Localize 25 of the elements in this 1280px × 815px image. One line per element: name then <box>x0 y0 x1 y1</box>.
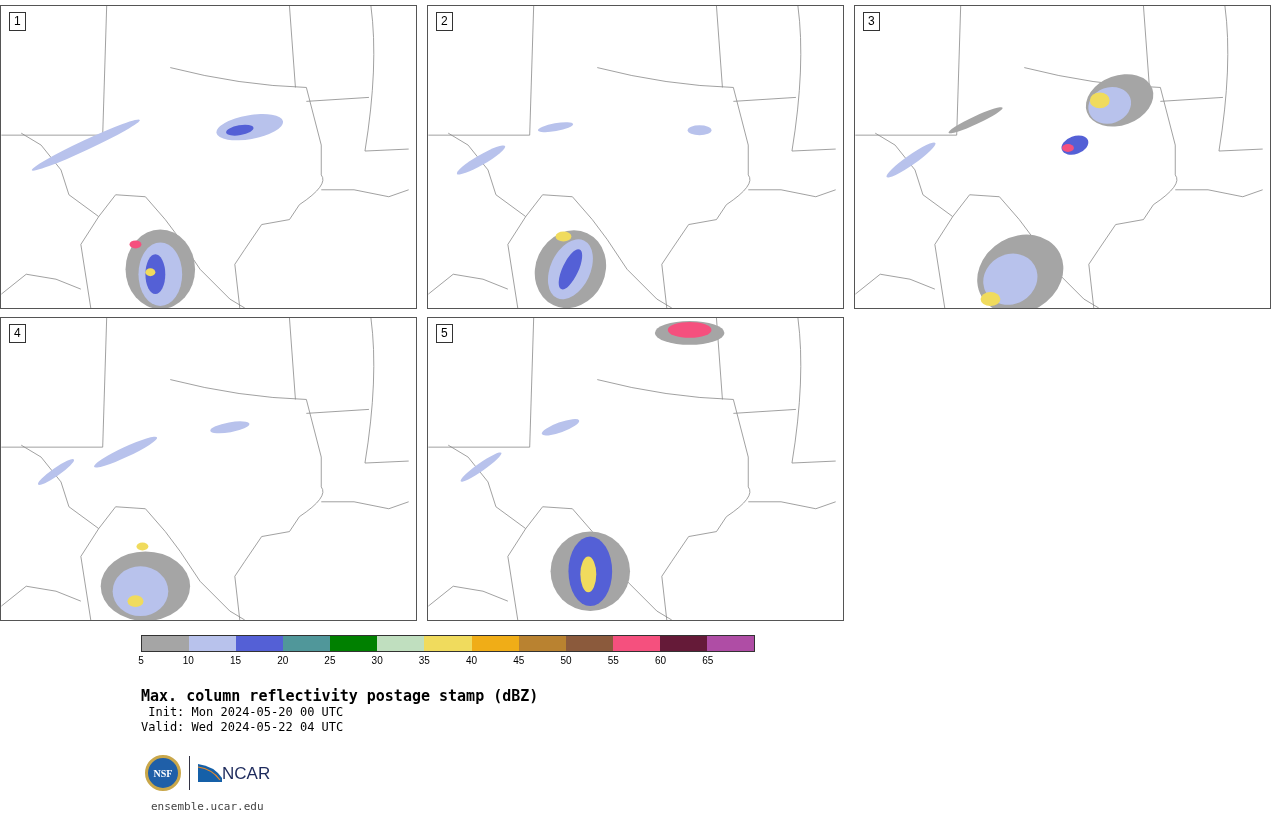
tick-label: 60 <box>654 655 667 667</box>
tick-label: 10 <box>182 655 194 667</box>
panel-number: 4 <box>9 324 26 343</box>
valid-time: Valid: Wed 2024-05-22 04 UTC <box>141 720 345 735</box>
tick-label: 40 <box>466 655 478 667</box>
tick-label: 65 <box>702 655 714 667</box>
tick-label: 5 <box>138 655 144 667</box>
tick-label: 50 <box>560 655 572 667</box>
tick-label: 35 <box>418 655 430 667</box>
tick-label: 45 <box>513 655 525 667</box>
tick-label: 20 <box>277 655 289 667</box>
tick-label: 55 <box>607 655 619 667</box>
init-time: Init: Mon 2024-05-20 00 UTC <box>147 705 345 720</box>
website-link[interactable]: ensemble.ucar.edu <box>151 799 1280 815</box>
tick-label: 25 <box>324 655 336 667</box>
tick-label: 15 <box>229 655 241 667</box>
ncar-swoosh-icon <box>198 764 222 782</box>
tick-label: 30 <box>371 655 383 667</box>
panel-number: 3 <box>863 12 880 31</box>
panel-number: 2 <box>436 12 453 31</box>
chart-title: Max. column reflectivity postage stamp (dBZ) <box>141 687 540 705</box>
panel-number: 1 <box>9 12 26 31</box>
nsf-logo: NSF <box>145 755 181 791</box>
panel-number: 5 <box>436 324 453 343</box>
ncar-logo-text: NCAR <box>222 764 271 782</box>
